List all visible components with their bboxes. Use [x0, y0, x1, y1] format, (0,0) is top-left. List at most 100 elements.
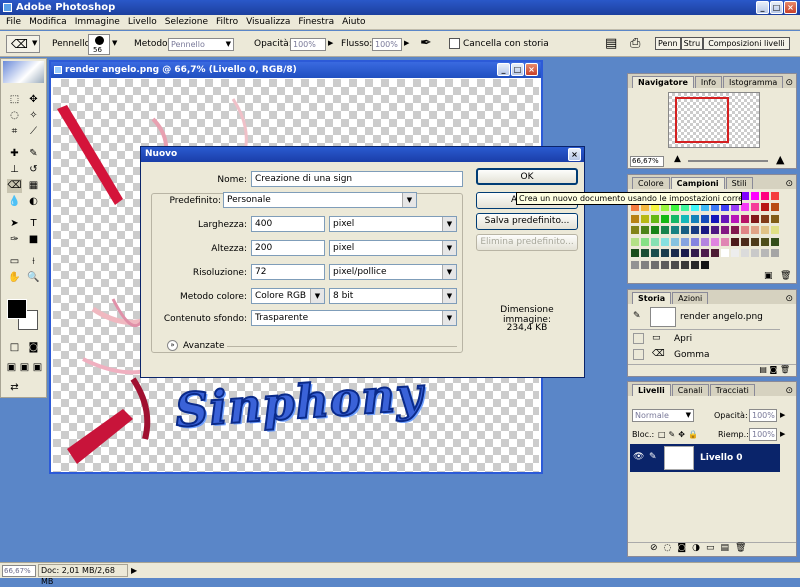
doc-close-button[interactable]: ×: [525, 63, 538, 76]
menu-visualizza[interactable]: Visualizza: [242, 17, 294, 27]
history-source-box[interactable]: [633, 349, 644, 360]
color-swatch[interactable]: [650, 248, 660, 259]
color-swatch[interactable]: [640, 259, 650, 270]
color-swatch[interactable]: [650, 236, 660, 247]
background-select[interactable]: Trasparente ▼: [251, 310, 457, 326]
airbrush-icon[interactable]: ✒: [420, 35, 432, 51]
color-swatch[interactable]: [680, 213, 690, 224]
tab-navigatore[interactable]: Navigatore: [632, 76, 694, 88]
color-swatch[interactable]: [660, 259, 670, 270]
tab-info[interactable]: Info: [694, 76, 723, 88]
color-swatch[interactable]: [630, 225, 640, 236]
color-swatch[interactable]: [700, 248, 710, 259]
shape-icon[interactable]: ■: [26, 233, 41, 247]
preset-select[interactable]: Personale ▼: [223, 192, 417, 208]
color-swatch[interactable]: [720, 225, 730, 236]
panel-menu-icon[interactable]: ⊙: [785, 78, 793, 88]
color-swatch[interactable]: [660, 236, 670, 247]
color-swatch[interactable]: [680, 259, 690, 270]
close-button[interactable]: ×: [784, 1, 797, 14]
color-swatch[interactable]: [730, 248, 740, 259]
color-swatch[interactable]: [720, 236, 730, 247]
color-swatch[interactable]: [720, 213, 730, 224]
color-swatch[interactable]: [730, 236, 740, 247]
well-tab-composizioni[interactable]: Composizioni livelli: [703, 37, 790, 50]
history-brush-icon[interactable]: ↺: [26, 163, 41, 177]
color-swatch[interactable]: [750, 248, 760, 259]
color-swatch[interactable]: [700, 213, 710, 224]
color-swatch[interactable]: [670, 259, 680, 270]
width-unit-select[interactable]: pixel ▼: [329, 216, 457, 232]
color-swatch[interactable]: [770, 202, 780, 213]
history-brush-source-icon[interactable]: ✎: [633, 311, 641, 321]
color-swatch[interactable]: [650, 259, 660, 270]
snapshot-icon[interactable]: ◙: [770, 365, 778, 374]
dialog-close-button[interactable]: ×: [568, 148, 581, 161]
menu-aiuto[interactable]: Aiuto: [338, 17, 369, 27]
new-layer-icon[interactable]: ▤: [721, 543, 736, 553]
navigator-thumbnail[interactable]: [668, 92, 760, 148]
color-swatch[interactable]: [760, 248, 770, 259]
adjustment-icon[interactable]: ◑: [692, 543, 706, 553]
color-swatch[interactable]: [690, 236, 700, 247]
color-swatch[interactable]: [770, 248, 780, 259]
menu-livello[interactable]: Livello: [124, 17, 161, 27]
resolution-input[interactable]: 72: [251, 264, 325, 280]
well-tab-stru[interactable]: Stru: [680, 37, 704, 50]
color-swatch[interactable]: [640, 225, 650, 236]
history-item[interactable]: ▭ Apri: [630, 332, 780, 347]
color-swatch[interactable]: [660, 213, 670, 224]
panel-menu-icon[interactable]: ⊙: [785, 179, 793, 189]
color-swatch[interactable]: [670, 248, 680, 259]
color-swatch[interactable]: [670, 225, 680, 236]
zoom-slider[interactable]: [688, 160, 768, 162]
color-swatch[interactable]: [700, 225, 710, 236]
well-tab-penn[interactable]: Penn: [655, 37, 681, 50]
color-swatch[interactable]: [770, 191, 780, 201]
zoom-out-icon[interactable]: ▲: [674, 154, 681, 164]
color-swatch[interactable]: [690, 225, 700, 236]
resolution-unit-select[interactable]: pixel/pollice ▼: [329, 264, 457, 280]
color-swatch[interactable]: [690, 248, 700, 259]
tab-stili[interactable]: Stili: [725, 177, 753, 189]
trash-icon[interactable]: 🗑: [780, 365, 790, 374]
eraser-tool-icon[interactable]: ⌫: [7, 179, 22, 193]
color-swatch[interactable]: [760, 191, 770, 201]
height-input[interactable]: 200: [251, 240, 325, 256]
tab-azioni[interactable]: Azioni: [672, 292, 709, 304]
color-swatch[interactable]: [640, 213, 650, 224]
save-preset-button[interactable]: Salva predefinito...: [476, 213, 578, 230]
tab-istogramma[interactable]: Istogramma: [723, 76, 784, 88]
color-swatch[interactable]: [630, 248, 640, 259]
color-swatch[interactable]: [660, 225, 670, 236]
slice-icon[interactable]: ⟋: [26, 125, 41, 139]
path-selection-icon[interactable]: ➤: [7, 217, 22, 231]
trash-icon[interactable]: 🗑: [735, 543, 752, 553]
standard-mode-icon[interactable]: □: [7, 341, 22, 355]
color-swatch[interactable]: [670, 236, 680, 247]
opacity-slider-icon[interactable]: ▶: [328, 39, 333, 47]
mode-select[interactable]: Pennello ▼: [168, 38, 234, 51]
navigator-zoom-input[interactable]: 66,67%: [630, 156, 664, 167]
color-swatch[interactable]: [750, 202, 760, 213]
menu-modifica[interactable]: Modifica: [25, 17, 71, 27]
quick-mask-icon[interactable]: ◙: [26, 341, 41, 355]
color-swatch[interactable]: [730, 225, 740, 236]
status-menu-icon[interactable]: ▶: [131, 563, 137, 578]
color-swatch[interactable]: [750, 236, 760, 247]
marquee-icon[interactable]: ⬚: [7, 93, 22, 107]
brush-dropdown-icon[interactable]: ▼: [112, 39, 117, 47]
color-swatch[interactable]: [770, 236, 780, 247]
color-swatch[interactable]: [630, 236, 640, 247]
layer-opacity-slider-icon[interactable]: ▶: [780, 411, 785, 419]
new-document-icon[interactable]: ▤: [759, 365, 767, 374]
menu-file[interactable]: File: [2, 17, 25, 27]
color-swatch[interactable]: [750, 213, 760, 224]
blur-icon[interactable]: 💧: [7, 195, 22, 209]
flow-input[interactable]: 100%: [372, 38, 402, 51]
printer-icon[interactable]: ⎙: [630, 36, 640, 51]
panel-menu-icon[interactable]: ⊙: [785, 386, 793, 396]
dodge-icon[interactable]: ◐: [26, 195, 41, 209]
hand-icon[interactable]: ✋: [7, 271, 22, 285]
color-swatch[interactable]: [760, 202, 770, 213]
